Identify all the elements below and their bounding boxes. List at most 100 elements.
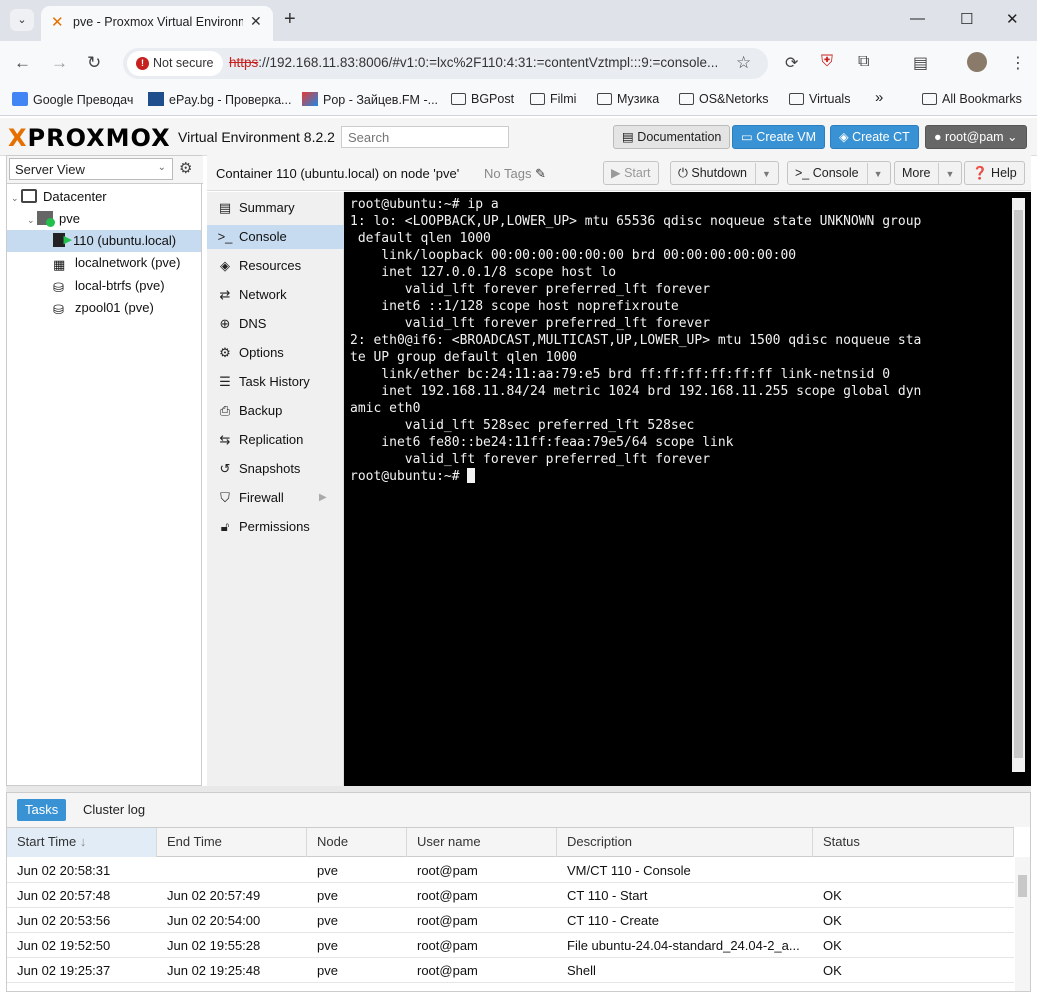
power-icon: ⏻ [678,166,692,180]
tab-search-button[interactable]: ⌄ [10,9,34,31]
extension-sync-icon[interactable]: ⟳ [785,53,798,73]
task-row[interactable]: Jun 02 20:57:48 Jun 02 20:57:49 pve root@pa… [7,883,1014,908]
menu-permissions[interactable]: 🔓︎ Permissions [207,515,344,539]
window-close-icon[interactable]: ✕ [1006,10,1019,28]
start-button[interactable]: ▶ Start [603,161,659,185]
tree-node-zpool01[interactable]: ⛁ zpool01 (pve) [53,297,201,319]
col-user[interactable]: User name [407,828,557,857]
tags-edit[interactable]: No Tags ✎ [484,166,546,182]
pve-header: XPROXMOX Virtual Environment 8.2.2 ▤ Doc… [0,118,1037,156]
bookmark-3[interactable]: BGPost [451,92,514,106]
all-bookmarks[interactable]: All Bookmarks [922,92,1022,106]
browser-tab-active[interactable]: ✕ pve - Proxmox Virtual Environment ✕ [41,6,273,41]
minimize-icon[interactable]: — [910,10,925,27]
menu-summary[interactable]: ▤ Summary [207,196,344,220]
chrome-menu-icon[interactable]: ⋮ [1010,53,1026,73]
terminal-icon: >_ [795,166,813,180]
chevron-down-icon[interactable]: ▼ [754,163,771,185]
storage-icon: ⛁ [53,280,64,295]
task-row[interactable]: Jun 02 19:25:37 Jun 02 19:25:48 pve root@pa… [7,958,1014,983]
menu-snapshots[interactable]: ↺ Snapshots [207,457,344,481]
tree-node-local-btrfs[interactable]: ⛁ local-btrfs (pve) [53,275,201,297]
maximize-icon[interactable]: ☐ [960,10,973,28]
bookmark-star-icon[interactable]: ☆ [736,53,751,73]
documentation-button[interactable]: ▤ Documentation [613,125,731,149]
menu-backup[interactable]: ⎙ Backup [207,399,344,423]
col-description[interactable]: Description [557,828,813,857]
shutdown-button[interactable]: ⏻ Shutdown ▼ [670,161,779,185]
tab-tasks[interactable]: Tasks [17,799,67,821]
create-ct-button[interactable]: ◈ Create CT [830,125,919,149]
task-row[interactable]: Jun 02 19:52:50 Jun 02 19:55:28 pve root@pa… [7,933,1014,958]
col-node[interactable]: Node [307,828,407,857]
create-vm-button[interactable]: ▭ Create VM [732,125,826,149]
container-running-icon: ▶ [53,233,72,247]
user-menu-button[interactable]: ● root@pam ⌄ [925,125,1027,149]
task-row[interactable]: Jun 02 20:58:31🖵︎pveroot@pamVM/CT 110 - … [7,858,1014,883]
menu-network[interactable]: ⇄ Network [207,283,344,307]
bookmark-5[interactable]: Музика [597,92,659,106]
browser-tab-strip: ⌄ ✕ pve - Proxmox Virtual Environment ✕ … [0,0,1037,41]
forward-icon[interactable]: → [51,53,68,73]
reload-icon[interactable]: ↻ [87,53,101,73]
not-secure-chip[interactable]: ! Not secure [127,51,223,76]
tree-node-localnetwork[interactable]: ▦ localnetwork (pve) [53,252,201,274]
tasks-scrollbar[interactable] [1015,857,1030,991]
reading-list-icon[interactable]: ▤ [913,53,928,73]
tree-node-container-110[interactable]: ▶ 110 (ubuntu.local) [7,230,201,252]
tab-cluster-log[interactable]: Cluster log [75,799,153,821]
chevron-down-icon[interactable]: ▼ [938,163,954,185]
menu-options[interactable]: ⚙ Options [207,341,344,365]
console-button[interactable]: >_ Console ▼ [787,161,891,185]
chevron-down-icon[interactable]: ▼ [866,163,883,185]
col-end-time[interactable]: End Time [157,828,307,857]
terminal-scrollbar[interactable] [1012,198,1025,772]
menu-console[interactable]: >_ Console [207,225,344,249]
task-cell-desc: Shell [567,963,596,978]
tree-node-pve[interactable]: ⌄ pve [27,208,201,230]
menu-replication[interactable]: ⇆ Replication [207,428,344,452]
menu-task-history[interactable]: ☰ Task History [207,370,344,394]
bookmark-4[interactable]: Filmi [530,92,576,106]
back-icon[interactable]: ← [14,53,31,73]
extensions-icon[interactable]: ⧉ [858,53,869,71]
chevron-down-icon: ⌄ [157,162,166,173]
menu-resources[interactable]: ◈ Resources [207,254,344,278]
tab-close-icon[interactable]: ✕ [250,13,262,30]
col-status[interactable]: Status [813,828,1014,857]
ublock-icon[interactable]: ⛨ [821,53,833,71]
gear-icon[interactable]: ⚙ [179,159,199,180]
more-bookmarks-icon[interactable]: » [875,89,883,106]
pve-search-input[interactable] [341,126,509,148]
epay-icon [148,92,164,106]
folder-icon [597,93,612,105]
tree-node-datacenter[interactable]: ⌄ Datacenter [11,186,201,208]
menu-firewall[interactable]: ⛉ Firewall ▶ [207,486,344,510]
replication-icon: ⇆ [219,432,231,447]
url-text[interactable]: https://192.168.11.83:8006/#v1:0:=lxc%2F… [229,55,734,70]
permissions-icon: 🔓︎ [220,519,230,534]
task-cell-end: Jun 02 20:54:00 [167,913,261,928]
menu-dns[interactable]: ⊕ DNS [207,312,344,336]
backup-icon: ⎙ [219,403,231,418]
bookmark-0[interactable]: Google Преводач [12,92,133,107]
pencil-icon: ✎ [535,166,546,181]
help-button[interactable]: ❓ Help [964,161,1025,185]
address-bar[interactable]: ! Not secure https://192.168.11.83:8006/… [123,48,768,79]
task-cell-end: Jun 02 20:57:49 [167,888,261,903]
bookmark-7[interactable]: Virtuals [789,92,850,106]
bookmark-6[interactable]: OS&Netorks [679,92,768,106]
bookmark-1[interactable]: ePay.bg - Проверка... [148,92,291,107]
profile-avatar[interactable] [967,52,987,72]
bookmark-2[interactable]: Pop - Зайцев.FM -... [302,92,438,107]
more-button[interactable]: More ▼ [894,161,963,185]
terminal-line: valid_lft 528sec preferred_lft 528sec [350,418,695,433]
server-view-select[interactable]: Server View ⌄ [9,158,173,180]
datacenter-icon [21,189,38,203]
console-terminal[interactable]: root@ubuntu:~# ip a 1: lo: <LOOPBACK,UP,L… [344,192,1031,786]
task-row[interactable]: Jun 02 20:53:56 Jun 02 20:54:00 pve root@pa… [7,908,1014,933]
col-start-time[interactable]: Start Time ↓ [7,828,157,857]
task-cell-desc: CT 110 - Create [567,913,660,928]
task-cell-node: pve [317,863,338,878]
new-tab-icon[interactable]: + [284,8,296,31]
